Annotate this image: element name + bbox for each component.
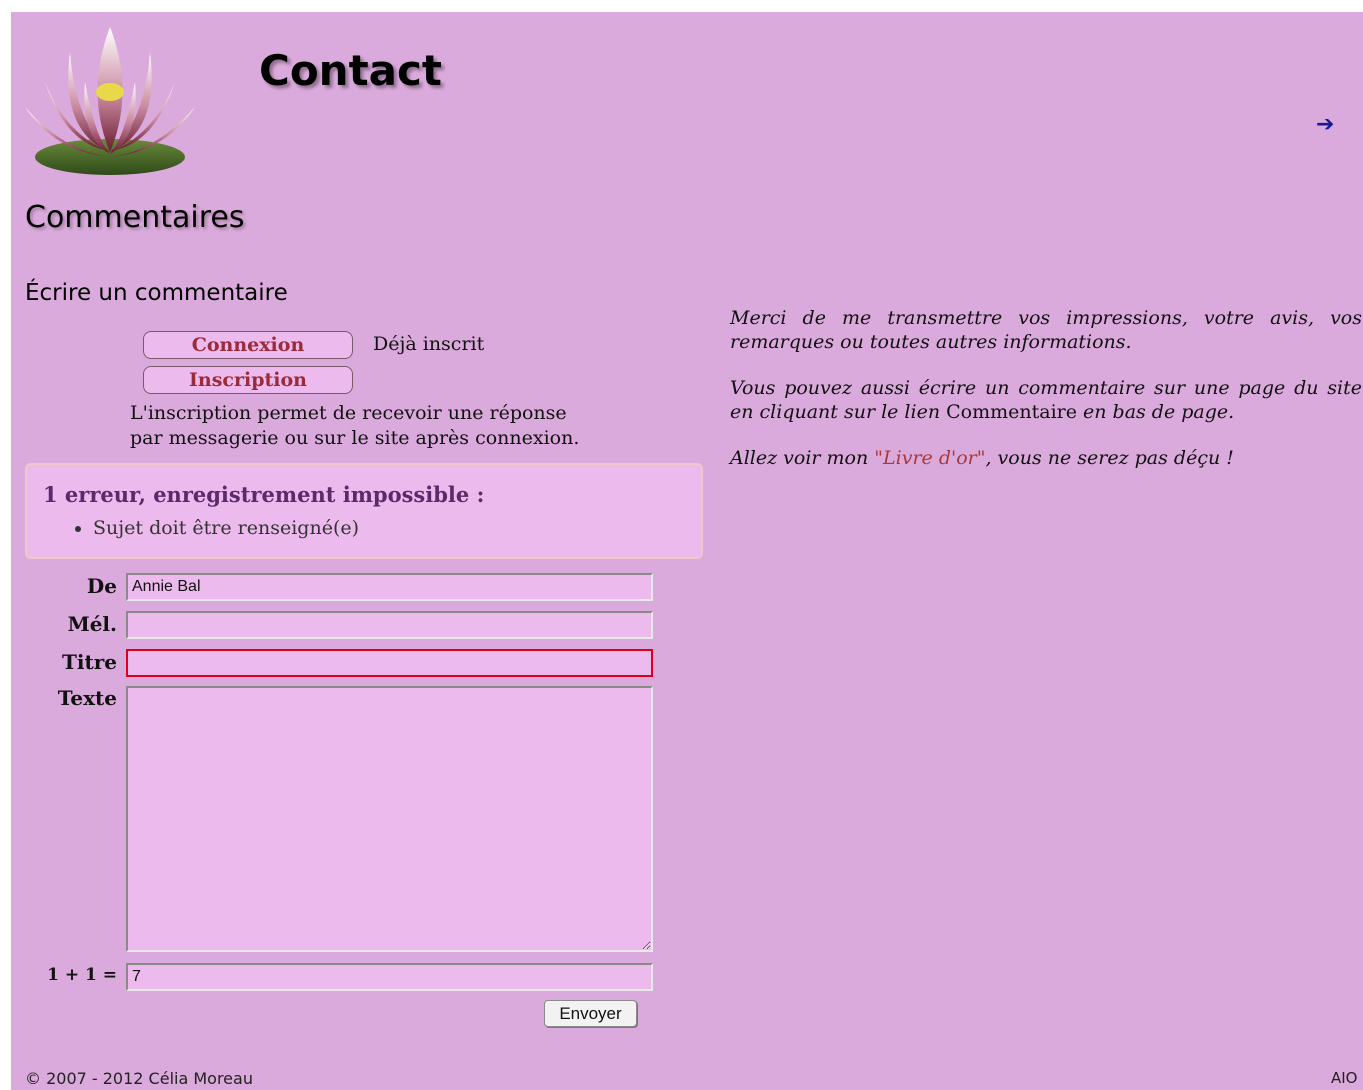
error-box: 1 erreur, enregistrement impossible : Su… <box>25 463 703 559</box>
side-text: Merci de me transmettre vos impressions,… <box>730 306 1362 492</box>
from-field[interactable] <box>126 573 653 601</box>
comments-heading: Commentaires <box>25 200 245 235</box>
side-paragraph-1: Merci de me transmettre vos impressions,… <box>730 307 1362 353</box>
signup-button[interactable]: Inscription <box>143 366 353 394</box>
error-title: 1 erreur, enregistrement impossible : <box>43 482 485 507</box>
captcha-label: 1 + 1 = <box>47 965 117 985</box>
page-container: Contact ➔ Commentaires Écrire un comment… <box>11 12 1363 1090</box>
page-title: Contact <box>259 46 442 95</box>
signup-info-text: L'inscription permet de recevoir une rép… <box>130 402 580 449</box>
from-label: De <box>86 574 117 598</box>
side-paragraph-2-end: en bas de page. <box>1076 401 1235 423</box>
already-registered-text: Déjà inscrit <box>373 333 485 355</box>
login-button[interactable]: Connexion <box>143 331 353 359</box>
captcha-field[interactable] <box>126 963 653 991</box>
subject-label: Titre <box>62 650 117 674</box>
right-arrow-icon[interactable]: ➔ <box>1316 112 1334 137</box>
footer-copyright: © 2007 - 2012 Célia Moreau <box>25 1069 253 1088</box>
side-paragraph-2: Vous pouvez aussi écrire un commentaire … <box>730 376 1362 424</box>
guestbook-link[interactable]: "Livre d'or" <box>874 447 985 469</box>
side-paragraph-3-end: , vous ne serez pas déçu ! <box>985 447 1234 469</box>
text-area[interactable] <box>126 686 653 952</box>
side-paragraph-3-text: Allez voir mon <box>730 447 875 469</box>
email-label: Mél. <box>67 612 117 636</box>
write-comment-heading: Écrire un commentaire <box>25 280 288 306</box>
error-list: Sujet doit être renseigné(e) <box>27 517 359 539</box>
text-label: Texte <box>57 686 117 710</box>
footer-right-text: AIO <box>1331 1069 1358 1087</box>
comment-link-text: Commentaire <box>946 401 1077 423</box>
email-field[interactable] <box>126 611 653 639</box>
side-paragraph-3: Allez voir mon "Livre d'or", vous ne ser… <box>730 446 1362 470</box>
error-item: Sujet doit être renseigné(e) <box>93 517 359 539</box>
subject-field[interactable] <box>126 649 653 677</box>
lotus-logo <box>25 27 195 175</box>
send-button[interactable]: Envoyer <box>544 1000 637 1027</box>
